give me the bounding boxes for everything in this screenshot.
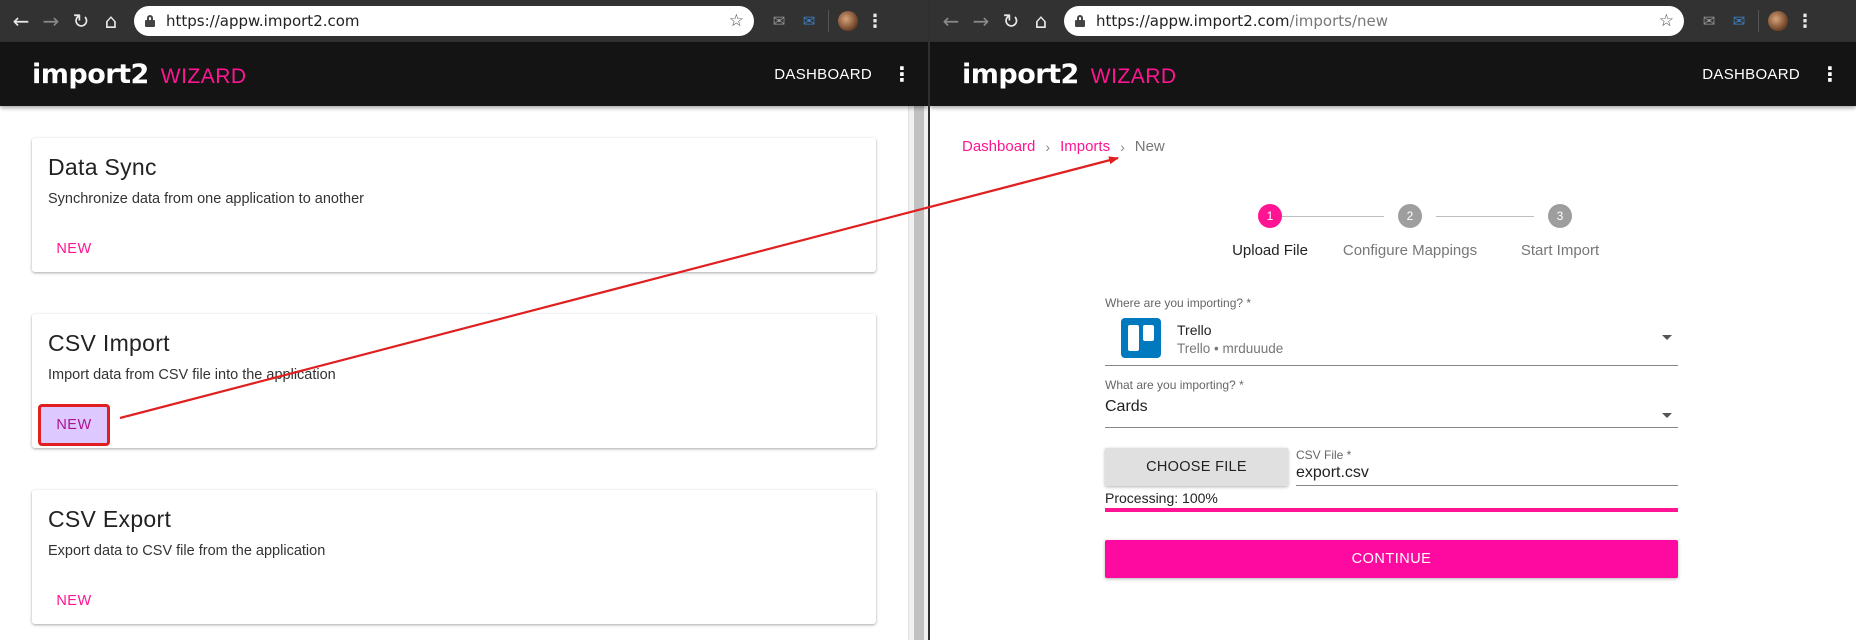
chevron-down-icon: [1662, 413, 1672, 418]
card-description: Synchronize data from one application to…: [48, 191, 364, 207]
breadcrumb-separator: ›: [1120, 138, 1125, 155]
logo[interactable]: import2 WIZARD: [32, 59, 247, 90]
browser-toolbar: ← → ↻ ⌂ https://appw.import2.com ☆ ✉ ✉ ⋮: [0, 0, 928, 42]
avatar[interactable]: [833, 6, 863, 36]
breadcrumb-imports[interactable]: Imports: [1060, 138, 1110, 155]
source-select[interactable]: Trello Trello • mrduuude: [1105, 310, 1678, 366]
type-value: Cards: [1105, 398, 1148, 415]
services-list: Data Sync Synchronize data from one appl…: [0, 106, 908, 640]
import-wizard: Dashboard › Imports › New 1 Upload File …: [930, 106, 1856, 640]
breadcrumb: Dashboard › Imports › New: [962, 138, 1165, 155]
dashboard-link[interactable]: DASHBOARD: [1702, 66, 1800, 83]
url-text: https://appw.import2.com/imports/new: [1096, 12, 1388, 30]
data-sync-new-button[interactable]: NEW: [40, 230, 108, 268]
wizard-stepper: 1 Upload File 2 Configure Mappings 3 Sta…: [1150, 204, 1670, 264]
avatar[interactable]: [1763, 6, 1793, 36]
forward-icon[interactable]: →: [966, 6, 996, 36]
type-label: What are you importing? *: [1105, 378, 1244, 392]
continue-button[interactable]: CONTINUE: [1105, 540, 1678, 578]
left-browser-window: ← → ↻ ⌂ https://appw.import2.com ☆ ✉ ✉ ⋮…: [0, 0, 928, 640]
home-icon[interactable]: ⌂: [96, 6, 126, 36]
breadcrumb-dashboard[interactable]: Dashboard: [962, 138, 1035, 155]
card-csv-export: CSV Export Export data to CSV file from …: [32, 490, 876, 624]
mail-blue-icon[interactable]: ✉: [794, 6, 824, 36]
type-select[interactable]: Cards: [1105, 392, 1678, 428]
csv-file-field[interactable]: CSV File * export.csv: [1296, 448, 1678, 486]
processing-text: Processing: 100%: [1105, 490, 1218, 506]
mail-blue-icon[interactable]: ✉: [1724, 6, 1754, 36]
more-vert-icon[interactable]: ⋮: [1793, 11, 1817, 32]
back-icon[interactable]: ←: [936, 6, 966, 36]
mail-icon[interactable]: ✉: [1694, 6, 1724, 36]
logo[interactable]: import2 WIZARD: [962, 59, 1177, 90]
reload-icon[interactable]: ↻: [996, 6, 1026, 36]
app-menu-icon[interactable]: ⋮: [892, 62, 912, 87]
mail-icon[interactable]: ✉: [764, 6, 794, 36]
dashboard-link[interactable]: DASHBOARD: [774, 66, 872, 83]
breadcrumb-separator: ›: [1045, 138, 1051, 155]
lock-icon: [1074, 15, 1086, 27]
card-csv-import: CSV Import Import data from CSV file int…: [32, 314, 876, 448]
more-vert-icon[interactable]: ⋮: [863, 11, 887, 32]
app-header: import2 WIZARD DASHBOARD ⋮: [930, 42, 1856, 106]
breadcrumb-new: New: [1134, 138, 1165, 155]
reload-icon[interactable]: ↻: [66, 6, 96, 36]
choose-file-button[interactable]: CHOOSE FILE: [1105, 448, 1288, 486]
processing-status: Processing: 100%: [1105, 490, 1678, 520]
lock-icon: [144, 15, 156, 27]
progress-bar: [1105, 508, 1678, 512]
app-menu-icon[interactable]: ⋮: [1820, 62, 1840, 87]
type-field: What are you importing? * Cards: [1105, 378, 1678, 428]
star-icon[interactable]: ☆: [729, 11, 744, 31]
browser-toolbar: ← → ↻ ⌂ https://appw.import2.com/imports…: [930, 0, 1856, 42]
scrollbar-thumb[interactable]: [914, 68, 924, 640]
card-title: CSV Import: [48, 330, 170, 356]
source-name: Trello: [1177, 322, 1212, 338]
csv-import-new-button[interactable]: NEW: [38, 404, 110, 446]
page-scrollbar[interactable]: [908, 42, 928, 640]
progress-bar-fill: [1105, 508, 1678, 512]
address-bar[interactable]: https://appw.import2.com ☆: [134, 6, 754, 36]
file-upload-row: CHOOSE FILE CSV File * export.csv: [1105, 448, 1678, 486]
card-description: Export data to CSV file from the applica…: [48, 543, 326, 559]
back-icon[interactable]: ←: [6, 6, 36, 36]
trello-logo-icon: [1121, 318, 1161, 358]
card-title: CSV Export: [48, 506, 172, 532]
forward-icon[interactable]: →: [36, 6, 66, 36]
card-title: Data Sync: [48, 154, 157, 180]
card-description: Import data from CSV file into the appli…: [48, 367, 336, 383]
chevron-down-icon: [1662, 335, 1672, 340]
source-field: Where are you importing? * Trello Trello…: [1105, 296, 1678, 366]
csv-file-label: CSV File *: [1296, 448, 1352, 462]
source-account: Trello • mrduuude: [1177, 341, 1284, 356]
source-label: Where are you importing? *: [1105, 296, 1252, 310]
home-icon[interactable]: ⌂: [1026, 6, 1056, 36]
address-bar[interactable]: https://appw.import2.com/imports/new ☆: [1064, 6, 1684, 36]
right-browser-window: ← → ↻ ⌂ https://appw.import2.com/imports…: [930, 0, 1856, 640]
url-text: https://appw.import2.com: [166, 12, 360, 30]
card-data-sync: Data Sync Synchronize data from one appl…: [32, 138, 876, 272]
app-header: import2 WIZARD DASHBOARD ⋮: [0, 42, 928, 106]
star-icon[interactable]: ☆: [1659, 11, 1674, 31]
step-start-import: 3 Start Import: [1460, 204, 1660, 259]
csv-export-new-button[interactable]: NEW: [40, 582, 108, 620]
csv-file-name: export.csv: [1296, 464, 1369, 481]
continue-row: CONTINUE: [1105, 540, 1678, 578]
